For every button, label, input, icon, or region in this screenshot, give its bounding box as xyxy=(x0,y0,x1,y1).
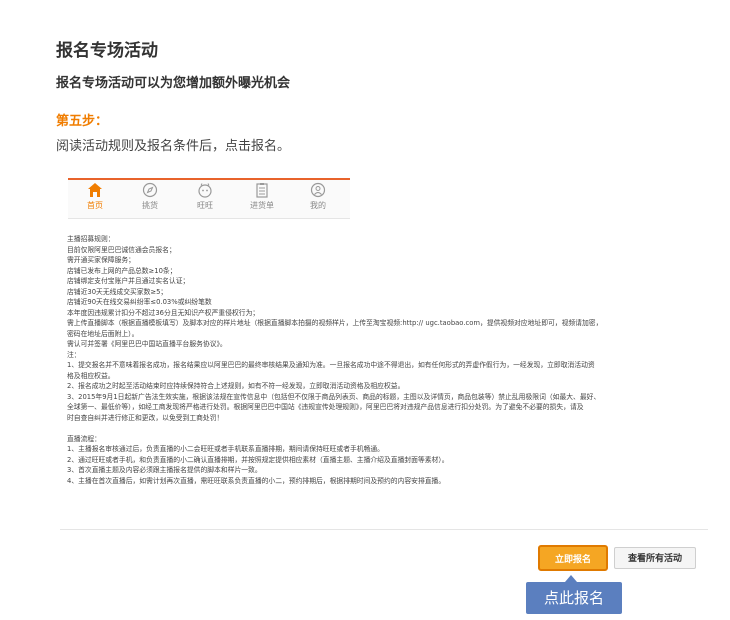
signup-button[interactable]: 立即报名 xyxy=(538,545,608,571)
page-title: 报名专场活动 xyxy=(56,41,158,61)
callout-tooltip: 点此报名 xyxy=(526,582,622,614)
home-icon xyxy=(88,183,102,197)
tab-mine[interactable]: 我的 xyxy=(296,182,340,211)
tab-wangwang[interactable]: 旺旺 xyxy=(183,182,227,211)
callout-pointer xyxy=(565,575,577,582)
rule-spacer xyxy=(67,423,707,434)
tab-browse[interactable]: 挑货 xyxy=(128,182,172,211)
wangwang-icon xyxy=(198,183,212,198)
rule-line: 直播流程： xyxy=(67,434,101,443)
divider xyxy=(60,529,708,530)
rule-line: 需认可并签署《阿里巴巴中国站直播平台服务协议》。 xyxy=(67,340,227,348)
rule-line: 格及相应权益。 xyxy=(67,371,115,380)
rule-line: 注： xyxy=(67,350,81,359)
tab-home[interactable]: 首页 xyxy=(73,182,117,211)
rule-line: 本年度因违规累计扣分不超过36分且无知识产权严重侵权行为； xyxy=(67,308,260,317)
rule-line: 3、首次直播主题及内容必须跟主播报名提供的脚本和样片一致。 xyxy=(67,466,262,474)
rule-line: 2、报名成功之时起至活动结束时应持续保持符合上述规则，如有不符一经发现，立即取消… xyxy=(67,382,405,390)
step-description: 阅读活动规则及报名条件后，点击报名。 xyxy=(56,139,291,154)
rule-line: 3、2015年9月1日起新广告法生效实施，根据该法规在宣传信息中（包括但不仅限于… xyxy=(67,392,601,401)
rule-line: 店铺近90天在线交易纠纷率≤0.03%或纠纷笔数 xyxy=(67,298,212,306)
rule-line: 2、通过旺旺或者手机，和负责直播的小二确认直播排期，并按照规定提供相应素材（直播… xyxy=(67,455,449,464)
rule-line: 全球第一、最低价等），如经工商发现将严格进行处罚。根据阿里巴巴中国站《违规宣传处… xyxy=(67,403,584,411)
rule-line: 店铺绑定支付宝账户并且通过实名认证； xyxy=(67,277,190,285)
rule-line: 店铺已发布上网的产品总数≥10条； xyxy=(67,266,177,275)
tab-label: 首页 xyxy=(87,201,103,210)
user-icon xyxy=(310,182,326,198)
rule-line: 1、提交报名并不意味着报名成功，报名结果应以阿里巴巴的最终审核结果及通知为准。一… xyxy=(67,361,595,369)
list-icon xyxy=(256,183,268,198)
tab-label: 挑货 xyxy=(142,201,158,210)
rule-line: 需开通买家保障服务； xyxy=(67,256,135,264)
rule-line: 目前仅限阿里巴巴诚信通会员报名； xyxy=(67,245,176,254)
rule-line: 4、主播在首次直播后，如需计划再次直播，需旺旺联系负责直播的小二，预约排期后，根… xyxy=(67,476,446,485)
step-label: 第五步： xyxy=(56,114,109,129)
mobile-tab-bar: 首页 挑货 旺旺 进货单 我的 xyxy=(68,178,350,219)
tab-purchase-list[interactable]: 进货单 xyxy=(240,182,284,211)
page-subtitle: 报名专场活动可以为您增加额外曝光机会 xyxy=(56,76,291,91)
rule-line: 主播招募规则： xyxy=(67,235,115,243)
activity-rules: 主播招募规则： 目前仅限阿里巴巴诚信通会员报名； 需开通买家保障服务； 店铺已发… xyxy=(67,234,707,486)
tab-label: 旺旺 xyxy=(197,201,213,210)
view-all-activities-button[interactable]: 查看所有活动 xyxy=(614,547,696,569)
rule-line: 密码在地址后面附上）。 xyxy=(67,329,139,338)
rule-line: 时自查自纠并进行修正和更改，以免受到工商处罚！ xyxy=(67,413,224,422)
compass-icon xyxy=(142,182,158,198)
rule-line: 店铺近30天无线成交买家数≥5； xyxy=(67,287,168,296)
tab-label: 进货单 xyxy=(250,201,274,210)
rule-line: 1、主播报名审核通过后，负责直播的小二会旺旺或者手机联系直播排期，期间请保持旺旺… xyxy=(67,445,384,453)
rule-line: 需上传直播脚本（根据直播模板填写）及脚本对应的样片地址（根据直播脚本拍摄的视频样… xyxy=(67,319,603,327)
tab-label: 我的 xyxy=(310,201,326,210)
